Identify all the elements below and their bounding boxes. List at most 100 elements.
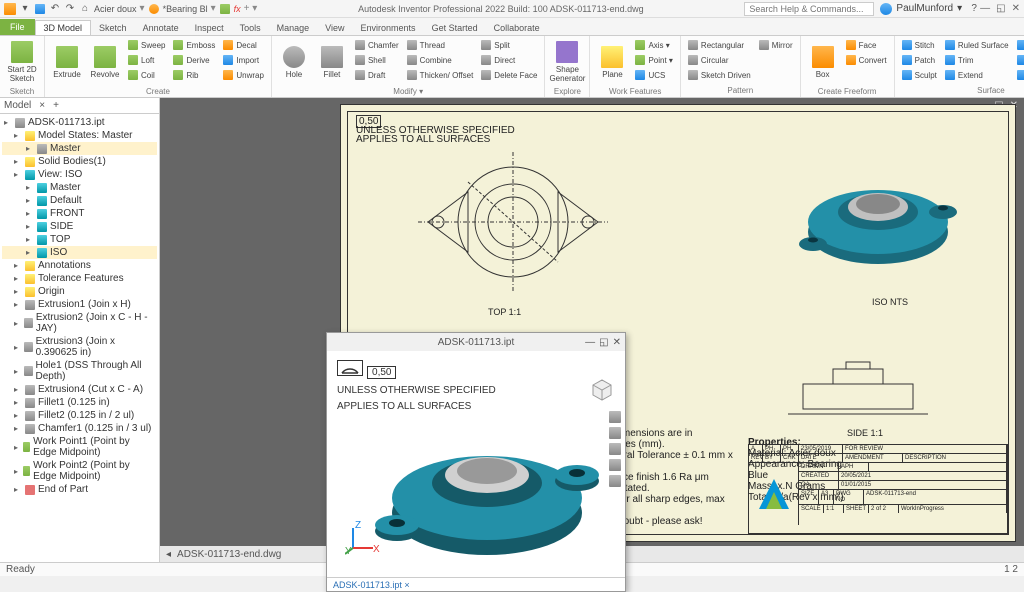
fit-mesh-button[interactable]: Fit Mesh Face xyxy=(1014,68,1024,82)
tree-node[interactable]: ▸Chamfer1 (0.125 in / 3 ul) xyxy=(2,422,157,435)
tab-sketch[interactable]: Sketch xyxy=(91,21,135,35)
plane-button[interactable]: Plane xyxy=(594,38,630,86)
tree-node[interactable]: ▸Hole1 (DSS Through All Depth) xyxy=(2,359,157,383)
convert-button[interactable]: Convert xyxy=(843,53,890,67)
param-icon[interactable] xyxy=(219,3,231,15)
tree-node[interactable]: ▸Default xyxy=(2,194,157,207)
tree-node[interactable]: ▸Extrusion2 (Join x C - H - JAY) xyxy=(2,311,157,335)
tab-environments[interactable]: Environments xyxy=(353,21,424,35)
revolve-button[interactable]: Revolve xyxy=(87,38,123,86)
undo-icon[interactable]: ↶ xyxy=(49,3,61,15)
direct-button[interactable]: Direct xyxy=(478,53,540,67)
tree-node[interactable]: ▸Work Point2 (Point by Edge Midpoint) xyxy=(2,459,157,483)
import-button[interactable]: Import xyxy=(220,53,267,67)
redo-icon[interactable]: ↷ xyxy=(64,3,76,15)
browser-tab-model[interactable]: Model xyxy=(4,100,31,111)
coil-button[interactable]: Coil xyxy=(125,68,168,82)
tree-node[interactable]: ▸Fillet1 (0.125 in) xyxy=(2,396,157,409)
page-indicator[interactable]: 1 2 xyxy=(1004,564,1018,575)
unwrap-button[interactable]: Unwrap xyxy=(220,68,267,82)
extrude-button[interactable]: Extrude xyxy=(49,38,85,86)
repair-bodies-button[interactable]: Repair Bodies xyxy=(1014,53,1024,67)
user-menu[interactable]: PaulMunford ▾ xyxy=(880,3,962,15)
search-input[interactable] xyxy=(744,2,874,16)
browser-add-icon[interactable]: + xyxy=(53,100,59,111)
browser-tree[interactable]: ▸ADSK-011713.ipt ▸Model States: Master ▸M… xyxy=(0,114,159,562)
close-icon[interactable]: ✕ xyxy=(1012,3,1020,14)
popup-restore-icon[interactable]: ◱ xyxy=(599,337,608,348)
popup-close-icon[interactable]: ✕ xyxy=(613,337,621,348)
start-2d-sketch-button[interactable]: Start 2D Sketch xyxy=(4,38,40,86)
doc-tab[interactable]: ADSK-011713-end.dwg xyxy=(177,549,281,560)
minimize-icon[interactable]: — xyxy=(980,3,990,14)
restore-icon[interactable]: ◱ xyxy=(996,3,1005,14)
draft-button[interactable]: Draft xyxy=(352,68,402,82)
tab-3d-model[interactable]: 3D Model xyxy=(35,20,92,35)
axis-button[interactable]: Axis ▾ xyxy=(632,38,675,52)
trim-button[interactable]: Trim xyxy=(942,53,1012,67)
shell-button[interactable]: Shell xyxy=(352,53,402,67)
sculpt-button[interactable]: Sculpt xyxy=(899,68,940,82)
material-combo[interactable]: Acier doux xyxy=(94,4,137,14)
hole-button[interactable]: Hole xyxy=(276,38,312,86)
circular-button[interactable]: Circular xyxy=(685,53,754,67)
doc-tab-prev-icon[interactable]: ◂ xyxy=(166,549,171,560)
thicken-button[interactable]: Thicken/ Offset xyxy=(404,68,477,82)
sketch-driven-button[interactable]: Sketch Driven xyxy=(685,68,754,82)
tab-inspect[interactable]: Inspect xyxy=(187,21,232,35)
shape-generator-button[interactable]: Shape Generator xyxy=(549,38,585,86)
thread-button[interactable]: Thread xyxy=(404,38,477,52)
tab-tools[interactable]: Tools xyxy=(232,21,269,35)
open-icon[interactable]: ▾ xyxy=(19,3,31,15)
loft-button[interactable]: Loft xyxy=(125,53,168,67)
part-window-title[interactable]: ADSK-011713.ipt —◱✕ xyxy=(327,333,625,351)
patch-button[interactable]: Patch xyxy=(899,53,940,67)
fillet-button[interactable]: Fillet xyxy=(314,38,350,86)
drawing-canvas[interactable]: — ◱ ✕ 0,50 UNLESS OTHERWISE SPECIFIED AP… xyxy=(160,98,1024,562)
home-icon[interactable]: ⌂ xyxy=(79,3,91,15)
help-icon[interactable]: ? xyxy=(968,3,980,15)
tree-node[interactable]: ▸FRONT xyxy=(2,207,157,220)
save-icon[interactable] xyxy=(34,3,46,15)
tree-node[interactable]: ▸Origin xyxy=(2,285,157,298)
stitch-button[interactable]: Stitch xyxy=(899,38,940,52)
tree-node[interactable]: ▸Extrusion4 (Cut x C - A) xyxy=(2,383,157,396)
tree-node[interactable]: ▸Annotations xyxy=(2,259,157,272)
decal-button[interactable]: Decal xyxy=(220,38,267,52)
split-button[interactable]: Split xyxy=(478,38,540,52)
tree-node[interactable]: ▸Extrusion1 (Join x H) xyxy=(2,298,157,311)
tree-node[interactable]: ▸ISO xyxy=(2,246,157,259)
tab-file[interactable]: File xyxy=(0,19,35,35)
tree-node[interactable]: ▸Master xyxy=(2,181,157,194)
tab-collaborate[interactable]: Collaborate xyxy=(486,21,548,35)
extend-button[interactable]: Extend xyxy=(942,68,1012,82)
tab-view[interactable]: View xyxy=(317,21,352,35)
tree-node[interactable]: ▸Extrusion3 (Join x 0.390625 in) xyxy=(2,335,157,359)
tree-node[interactable]: ▸Solid Bodies(1) xyxy=(2,155,157,168)
tree-node[interactable]: ▸TOP xyxy=(2,233,157,246)
tab-annotate[interactable]: Annotate xyxy=(135,21,187,35)
sweep-button[interactable]: Sweep xyxy=(125,38,168,52)
tree-node[interactable]: ▸End of Part xyxy=(2,483,157,496)
point-button[interactable]: Point ▾ xyxy=(632,53,675,67)
appearance-icon[interactable] xyxy=(148,3,160,15)
part-window[interactable]: ADSK-011713.ipt —◱✕ 0,50 UNLESS OTHERWIS… xyxy=(326,332,626,592)
derive-button[interactable]: Derive xyxy=(170,53,218,67)
popup-minimize-icon[interactable]: — xyxy=(585,337,595,348)
tree-node[interactable]: ▸Work Point1 (Point by Edge Midpoint) xyxy=(2,435,157,459)
replace-face-button[interactable]: Replace Face xyxy=(1014,38,1024,52)
browser-close-icon[interactable]: × xyxy=(39,100,45,111)
tree-node[interactable]: ▸Model States: Master xyxy=(2,129,157,142)
tab-manage[interactable]: Manage xyxy=(269,21,318,35)
box-button[interactable]: Box xyxy=(805,38,841,86)
tree-node[interactable]: ▸Fillet2 (0.125 in / 2 ul) xyxy=(2,409,157,422)
appearance-combo[interactable]: *Bearing Bl xyxy=(163,4,208,14)
fx-button[interactable]: fx xyxy=(234,4,241,14)
tree-root[interactable]: ▸ADSK-011713.ipt xyxy=(2,116,157,129)
chamfer-button[interactable]: Chamfer xyxy=(352,38,402,52)
rectangular-button[interactable]: Rectangular xyxy=(685,38,754,52)
tab-get-started[interactable]: Get Started xyxy=(424,21,486,35)
tree-node[interactable]: ▸Tolerance Features xyxy=(2,272,157,285)
rib-button[interactable]: Rib xyxy=(170,68,218,82)
part-doc-tab[interactable]: ADSK-011713.ipt × xyxy=(327,577,625,591)
